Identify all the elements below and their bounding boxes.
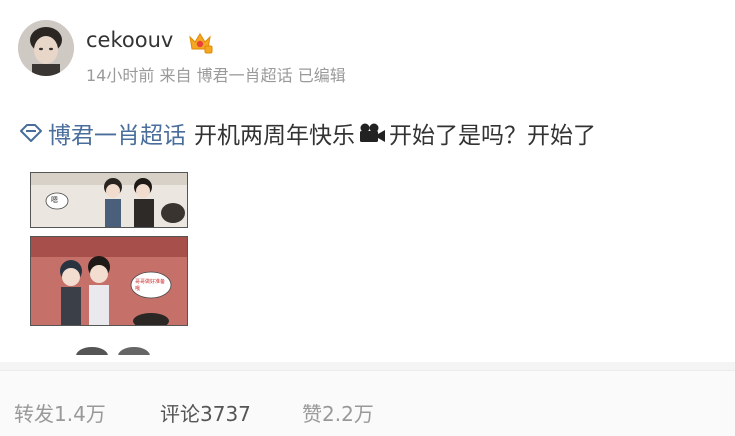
edited-label[interactable]: 已编辑 [298,66,346,85]
movie-camera-icon [360,123,385,142]
source-prefix: 来自 [159,66,192,85]
avatar[interactable] [18,20,74,76]
topic-link[interactable]: 博君一肖超话 [18,116,186,150]
post-image[interactable]: 嗯 哥哥做好准备哦 [30,170,188,355]
super-topic-diamond-icon [20,124,42,142]
panel1-bubble: 嗯 [51,196,58,204]
comment-button[interactable]: 评论3737 [160,398,251,427]
post-text: 博君一肖超话 开机两周年快乐 开始了是吗？开始了 [18,116,596,150]
post-text-after: 开始了是吗？开始了 [389,123,596,149]
username[interactable]: cekoouv [86,28,173,52]
post-meta: 14小时前 来自 博君一肖超话 已编辑 [86,62,346,86]
comic-panel-2: 哥哥做好准备哦 [30,236,188,326]
comic-panel-3-art [76,347,150,355]
post-text-before: 开机两周年快乐 [194,123,355,149]
comic-panel-1: 嗯 [30,172,188,228]
vip-crown-icon[interactable] [187,30,213,54]
source-link[interactable]: 博君一肖超话 [197,66,293,85]
like-button[interactable]: 赞2.2万 [302,398,374,427]
avatar-portrait [18,20,74,76]
post-time[interactable]: 14小时前 [86,66,154,85]
repost-button[interactable]: 转发1.4万 [14,398,106,427]
divider [0,362,735,370]
panel2-bubble: 哥哥做好准备哦 [135,279,166,292]
topic-label[interactable]: 博君一肖超话 [48,116,186,150]
